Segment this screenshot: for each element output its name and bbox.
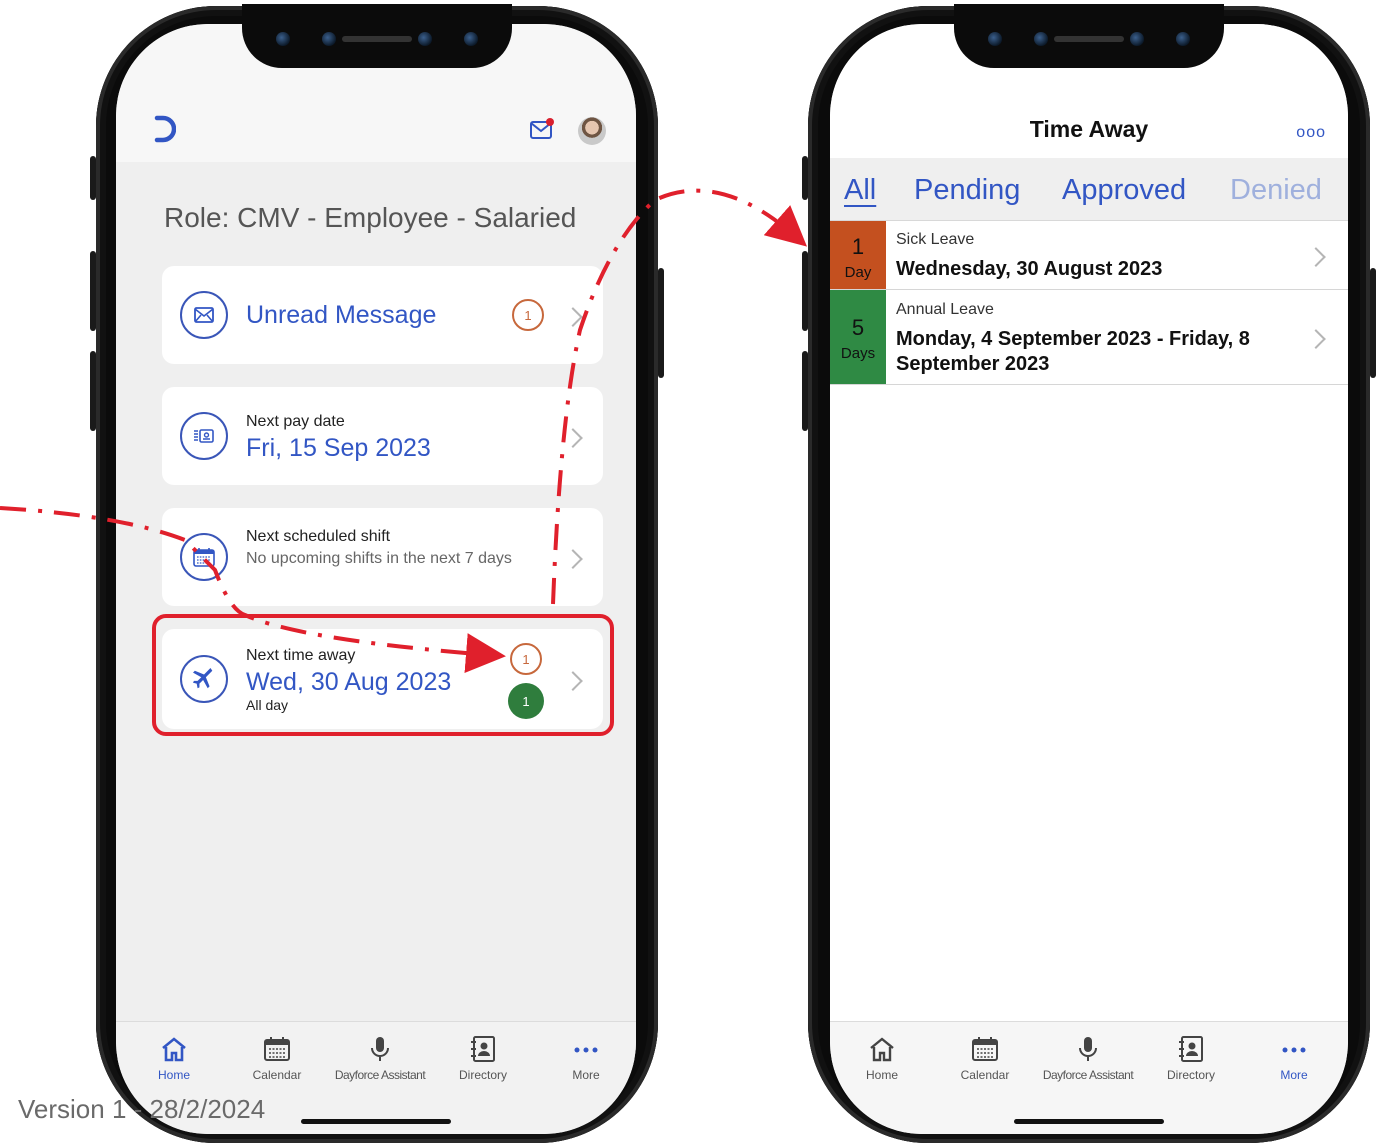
version-footer: Version 1 - 28/2/2024 bbox=[18, 1094, 266, 1124]
arrow-from-left-to-calendar bbox=[0, 506, 506, 674]
arrow-to-time-away-screen bbox=[551, 188, 808, 605]
annotation-arrows bbox=[0, 188, 808, 674]
